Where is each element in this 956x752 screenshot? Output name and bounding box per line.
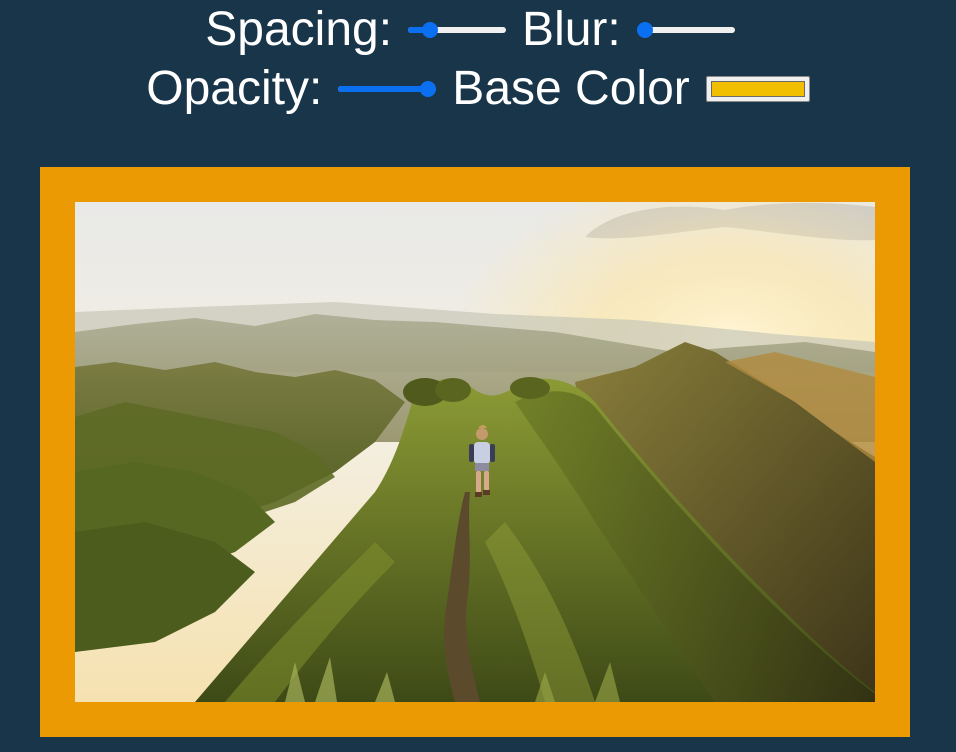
base-color-label: Base Color [452, 62, 690, 115]
spacing-slider-thumb[interactable] [421, 22, 438, 38]
spacing-slider[interactable] [408, 22, 507, 38]
controls-row-2: Opacity: Base Color [0, 62, 956, 116]
mountain-ridge-image [75, 202, 875, 702]
spacing-label: Spacing: [205, 3, 393, 56]
controls-panel: Spacing: Blur: Opacity: Base Color [0, 0, 956, 130]
base-color-picker[interactable] [705, 76, 810, 102]
opacity-slider[interactable] [338, 81, 437, 97]
opacity-slider-thumb[interactable] [420, 81, 437, 97]
hiker-photo [75, 202, 875, 702]
opacity-slider-fill [338, 86, 429, 92]
image-frame [40, 167, 910, 737]
base-color-swatch [710, 81, 805, 97]
blur-slider-thumb[interactable] [636, 22, 653, 38]
opacity-label: Opacity: [146, 62, 323, 115]
blur-label: Blur: [522, 3, 621, 56]
controls-row-1: Spacing: Blur: [0, 4, 956, 56]
blur-slider[interactable] [636, 22, 735, 38]
